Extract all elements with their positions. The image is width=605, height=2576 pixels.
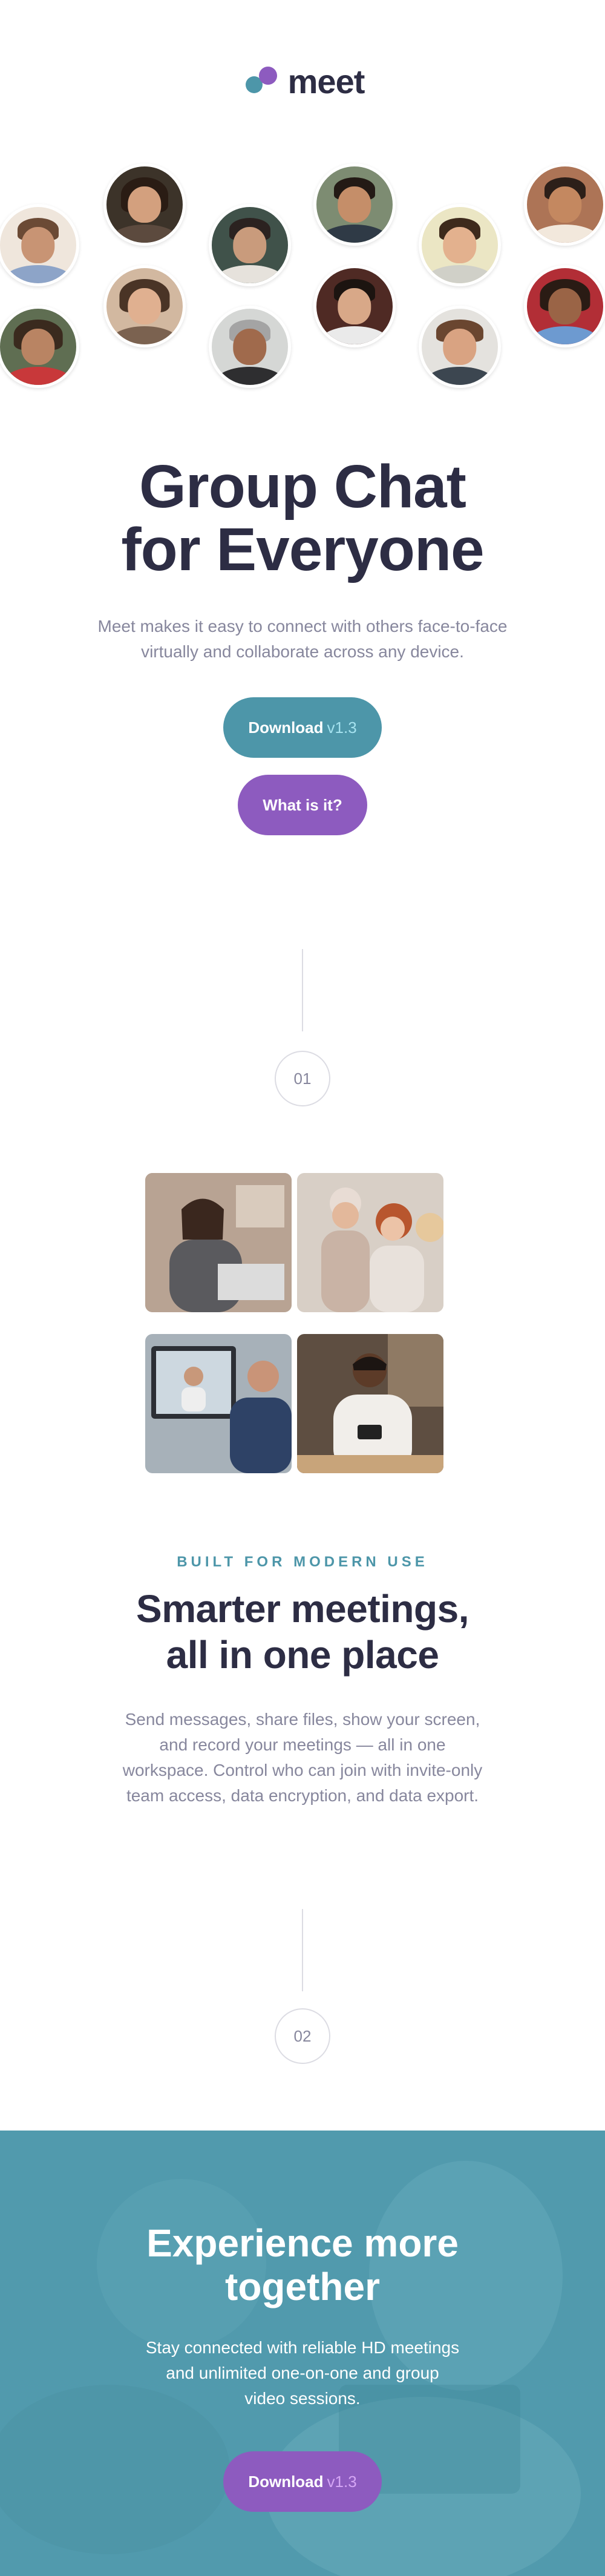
- avatar-photo: [419, 306, 501, 388]
- photo-women-phone: [297, 1173, 443, 1312]
- hero-title-line2: for Everyone: [121, 516, 484, 583]
- avatar-photo: [209, 306, 291, 388]
- features-title: Smarter meetings, all in one place: [0, 1586, 605, 1678]
- photo-man-video-call: [145, 1334, 292, 1473]
- logo-wordmark: meet: [287, 62, 365, 100]
- avatar-photo: [0, 306, 79, 388]
- features-title-line2: all in one place: [166, 1633, 439, 1677]
- download-version: v1.3: [327, 718, 357, 737]
- site-logo[interactable]: meet: [0, 61, 605, 103]
- cta-description: Stay connected with reliable HD meetings…: [145, 2338, 460, 2408]
- features-eyebrow: BUILT FOR MODERN USE: [177, 1554, 428, 1570]
- download-button[interactable]: Download v1.3: [223, 697, 382, 758]
- cta-title: Experience more together: [0, 2221, 605, 2308]
- cta-download-button[interactable]: Download v1.3: [223, 2451, 382, 2512]
- what-is-it-label: What is it?: [263, 795, 342, 814]
- cta-download-version: v1.3: [327, 2472, 357, 2491]
- what-is-it-button[interactable]: What is it?: [238, 775, 367, 835]
- features-title-line1: Smarter meetings,: [136, 1587, 469, 1631]
- features-description: Send messages, share files, show your sc…: [122, 1710, 483, 1805]
- avatar-photo: [103, 163, 186, 246]
- divider-line: [302, 1909, 303, 1991]
- download-label: Download: [248, 718, 324, 737]
- step-number-01: 01: [275, 1051, 330, 1106]
- avatar-photo: [0, 204, 79, 286]
- avatar-photo: [419, 204, 501, 286]
- avatar-photo: [313, 265, 396, 347]
- step-number-02: 02: [275, 2008, 330, 2064]
- avatar-photo: [209, 204, 291, 286]
- hero-title: Group Chat for Everyone: [0, 455, 605, 581]
- logo-dots-icon: [241, 63, 282, 100]
- avatar-photo: [524, 265, 605, 347]
- avatar-photo: [313, 163, 396, 246]
- photo-man-smartphone: [297, 1334, 443, 1473]
- cta-download-label: Download: [248, 2472, 324, 2491]
- hero-subtitle: Meet makes it easy to connect with other…: [97, 617, 508, 661]
- cta-title-line1: Experience more: [146, 2221, 459, 2265]
- divider-line: [302, 949, 303, 1031]
- avatar-photo: [103, 265, 186, 347]
- cta-title-line2: together: [225, 2265, 380, 2308]
- hero-title-line1: Group Chat: [139, 453, 466, 521]
- photo-woman-laptop: [145, 1173, 292, 1312]
- avatar-photo: [524, 163, 605, 246]
